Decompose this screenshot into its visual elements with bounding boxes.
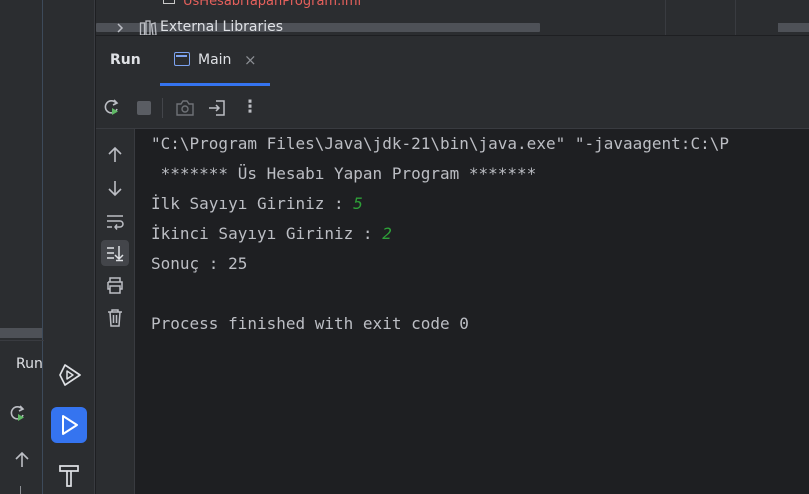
rerun-icon [104, 99, 119, 115]
soft-wrap-icon [107, 215, 124, 230]
console-icon [174, 52, 190, 66]
soft-wrap-button[interactable] [101, 208, 129, 234]
console-line-first-prompt: İlk Sayıyı Giriniz : 5 [151, 194, 363, 213]
console-line-command: "C:\Program Files\Java\jdk-21\bin\java.e… [151, 134, 729, 153]
run-icon [62, 415, 78, 435]
stop-icon [137, 101, 151, 115]
left-rerun-icon[interactable] [7, 403, 29, 425]
first-input-value: 5 [353, 194, 363, 213]
stop-button[interactable] [133, 97, 155, 119]
print-button[interactable] [101, 272, 129, 298]
tree-scrollbar-end[interactable] [778, 23, 809, 32]
scroll-down-button[interactable] [101, 175, 129, 201]
hammer-icon [59, 465, 79, 487]
rerun-button[interactable] [101, 97, 123, 119]
arrow-down-icon [108, 181, 122, 197]
more-options-button[interactable]: ⋮ [239, 96, 261, 118]
scroll-to-end-button[interactable] [101, 240, 129, 266]
library-icon [139, 20, 157, 37]
tab-main-label: Main [198, 52, 232, 68]
left-scrollbar[interactable] [0, 328, 42, 338]
tree-file-label[interactable]: UsHesabiYapanProgram.iml [183, 0, 361, 9]
exit-icon [209, 100, 225, 116]
console-line-second-prompt: İkinci Sayıyı Giriniz : 2 [151, 224, 392, 243]
first-prompt-text: İlk Sayıyı Giriniz : [151, 194, 354, 213]
scroll-to-end-icon [107, 246, 124, 262]
services-tool-button[interactable] [52, 357, 88, 393]
run-tool-button[interactable] [51, 407, 87, 443]
left-run-label: Run [16, 356, 43, 372]
arrow-up-icon [108, 146, 122, 162]
left-up-arrow-icon[interactable] [12, 450, 32, 470]
iml-file-icon [163, 0, 175, 4]
camera-icon [176, 100, 194, 116]
printer-icon [107, 277, 123, 294]
console-output[interactable] [135, 129, 809, 494]
tool-window-stripe [44, 0, 95, 494]
chevron-right-icon[interactable] [113, 20, 127, 34]
console-line-exit: Process finished with exit code 0 [151, 314, 469, 333]
services-icon [59, 364, 81, 386]
build-tool-button[interactable] [52, 457, 88, 493]
run-toolbar: ⋮ [96, 87, 809, 129]
scroll-up-button[interactable] [101, 142, 129, 168]
external-libraries-item[interactable]: External Libraries [160, 19, 283, 35]
trash-icon [108, 309, 122, 327]
screenshot-button[interactable] [174, 97, 196, 119]
console-line-header: ******* Üs Hesabı Yapan Program ******* [151, 164, 537, 183]
clear-all-button[interactable] [101, 305, 129, 331]
run-panel-title: Run [110, 52, 141, 68]
tab-main-selected-indicator [160, 83, 270, 86]
console-line-result: Sonuç : 25 [151, 254, 248, 273]
second-input-value: 2 [382, 224, 392, 243]
second-prompt-text: İkinci Sayıyı Giriniz : [151, 224, 383, 243]
restore-layout-button[interactable] [206, 97, 228, 119]
tab-close-button[interactable]: × [244, 51, 257, 69]
